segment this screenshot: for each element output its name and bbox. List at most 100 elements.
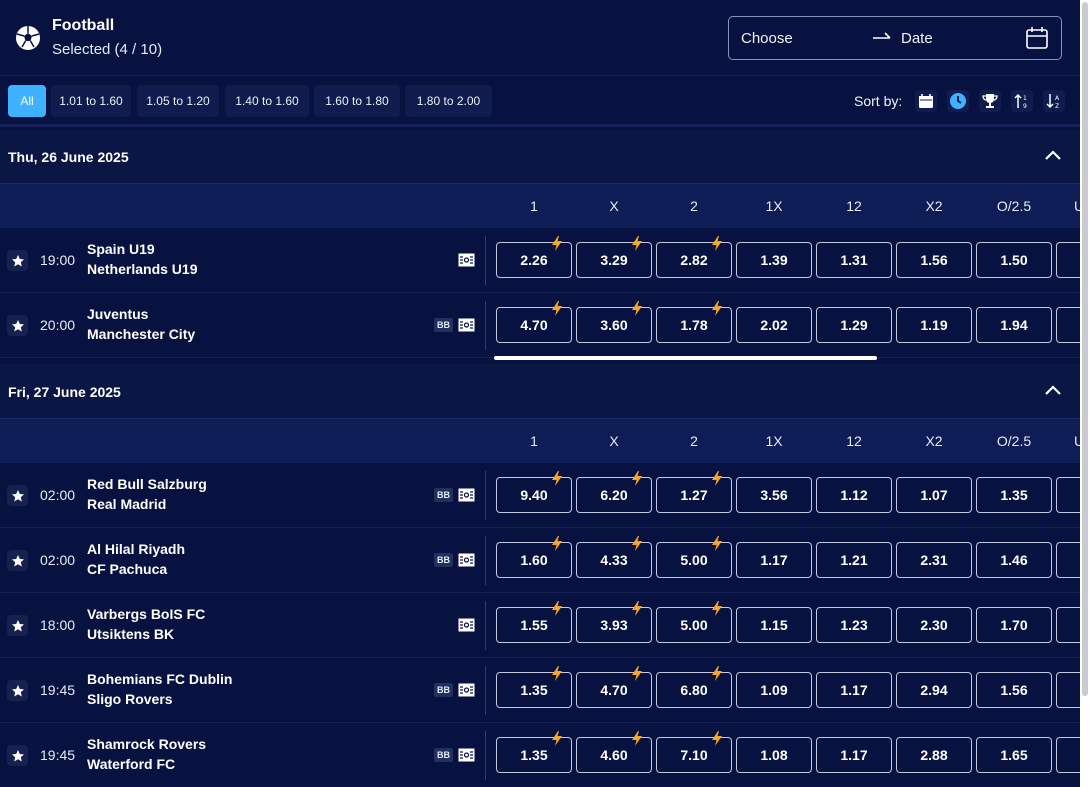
calendar-icon[interactable] xyxy=(1025,26,1049,50)
odds-button[interactable]: 5.00 xyxy=(656,536,732,578)
chevron-up-icon[interactable] xyxy=(1044,149,1062,161)
match-row[interactable]: 19:45 Bohemians FC Dublin Sligo Rovers BB… xyxy=(0,658,1086,723)
match-row[interactable]: 18:00 Varbergs BoIS FC Utsiktens BK 1.55… xyxy=(0,593,1086,658)
odds-button[interactable]: 1.27 xyxy=(656,471,732,513)
odds-button[interactable]: 1.56 xyxy=(896,242,972,278)
odds-button[interactable]: 3.56 xyxy=(736,477,812,513)
stats-icon[interactable] xyxy=(458,488,475,502)
favorite-button[interactable] xyxy=(7,615,28,636)
odds-button[interactable]: 1.46 xyxy=(976,542,1052,578)
home-team[interactable]: Al Hilal Riyadh xyxy=(87,541,185,557)
favorite-button[interactable] xyxy=(7,250,28,271)
home-team[interactable]: Juventus xyxy=(87,306,148,322)
match-row[interactable]: 19:00 Spain U19 Netherlands U19 2.26 3.29… xyxy=(0,228,1086,293)
odds-button[interactable]: 1.07 xyxy=(896,477,972,513)
odds-button[interactable]: 4.33 xyxy=(576,536,652,578)
odds-button[interactable]: 1.60 xyxy=(496,536,572,578)
stats-icon[interactable] xyxy=(458,683,475,697)
odds-button[interactable]: 1.35 xyxy=(976,477,1052,513)
stats-icon[interactable] xyxy=(458,618,475,632)
odds-button[interactable]: 2.31 xyxy=(896,542,972,578)
favorite-button[interactable] xyxy=(7,485,28,506)
odds-button[interactable]: 1.35 xyxy=(496,731,572,773)
horizontal-scrollbar[interactable] xyxy=(494,356,877,360)
home-team[interactable]: Varbergs BoIS FC xyxy=(87,606,205,622)
date-from-field[interactable]: Choose xyxy=(741,30,793,47)
favorite-button[interactable] xyxy=(7,680,28,701)
day-header[interactable]: Thu, 26 June 2025 xyxy=(0,129,1080,184)
filter-all[interactable]: All xyxy=(8,85,46,117)
odds-button[interactable]: 1.21 xyxy=(816,542,892,578)
odds-button[interactable]: 2.26 xyxy=(496,236,572,278)
match-row[interactable]: 20:00 Juventus Manchester City BB 4.70 3.6… xyxy=(0,293,1086,358)
date-range-picker[interactable]: Choose Date xyxy=(728,16,1062,60)
odds-button[interactable]: 9.40 xyxy=(496,471,572,513)
stats-icon[interactable] xyxy=(458,318,475,332)
odds-button[interactable]: 1.19 xyxy=(896,307,972,343)
sort-by-odds-asc-button[interactable]: 1 9 xyxy=(1011,90,1033,112)
odds-button[interactable]: 1.50 xyxy=(976,242,1052,278)
stats-icon[interactable] xyxy=(458,553,475,567)
filter-1-05-1-20[interactable]: 1.05 to 1.20 xyxy=(137,85,219,117)
odds-button[interactable]: 1.17 xyxy=(736,542,812,578)
odds-button[interactable]: 2.02 xyxy=(736,307,812,343)
match-row[interactable]: 19:45 Shamrock Rovers Waterford FC BB 1.3… xyxy=(0,723,1086,787)
stats-icon[interactable] xyxy=(458,253,475,267)
match-row[interactable]: 02:00 Al Hilal Riyadh CF Pachuca BB 1.60 4… xyxy=(0,528,1086,593)
odds-button[interactable]: 1.12 xyxy=(816,477,892,513)
odds-button[interactable]: 7.10 xyxy=(656,731,732,773)
stats-icon[interactable] xyxy=(458,748,475,762)
odds-button[interactable]: 1.15 xyxy=(736,607,812,643)
filter-1-01-1-60[interactable]: 1.01 to 1.60 xyxy=(51,85,131,117)
odds-button[interactable]: 1.35 xyxy=(496,666,572,708)
odds-button[interactable]: 1.70 xyxy=(976,607,1052,643)
date-to-field[interactable]: Date xyxy=(901,30,933,47)
sort-alphabetical-button[interactable]: A Z xyxy=(1043,90,1065,112)
odds-button[interactable]: 1.94 xyxy=(976,307,1052,343)
away-team[interactable]: Real Madrid xyxy=(87,496,166,512)
odds-button[interactable]: 1.29 xyxy=(816,307,892,343)
odds-button[interactable]: 3.60 xyxy=(576,301,652,343)
odds-button[interactable]: 1.31 xyxy=(816,242,892,278)
home-team[interactable]: Red Bull Salzburg xyxy=(87,476,207,492)
away-team[interactable]: Utsiktens BK xyxy=(87,626,174,642)
away-team[interactable]: CF Pachuca xyxy=(87,561,167,577)
odds-button[interactable]: 3.93 xyxy=(576,601,652,643)
day-header[interactable]: Fri, 27 June 2025 xyxy=(0,364,1080,419)
filter-1-60-1-80[interactable]: 1.60 to 1.80 xyxy=(314,85,400,117)
match-row[interactable]: 02:00 Red Bull Salzburg Real Madrid BB 9.… xyxy=(0,463,1086,528)
odds-button[interactable]: 1.17 xyxy=(816,672,892,708)
odds-button[interactable]: 6.80 xyxy=(656,666,732,708)
odds-button[interactable]: 1.55 xyxy=(496,601,572,643)
odds-button[interactable]: 1.65 xyxy=(976,737,1052,773)
odds-button[interactable]: 1.78 xyxy=(656,301,732,343)
filter-1-80-2-00[interactable]: 1.80 to 2.00 xyxy=(405,85,492,117)
away-team[interactable]: Sligo Rovers xyxy=(87,691,173,707)
odds-button[interactable]: 6.20 xyxy=(576,471,652,513)
home-team[interactable]: Spain U19 xyxy=(87,241,155,257)
odds-button[interactable]: 4.60 xyxy=(576,731,652,773)
odds-button[interactable]: 2.30 xyxy=(896,607,972,643)
away-team[interactable]: Manchester City xyxy=(87,326,195,342)
favorite-button[interactable] xyxy=(7,745,28,766)
away-team[interactable]: Netherlands U19 xyxy=(87,261,197,277)
sort-by-date-button[interactable] xyxy=(915,90,937,112)
odds-button[interactable]: 1.17 xyxy=(816,737,892,773)
odds-button[interactable]: 2.88 xyxy=(896,737,972,773)
home-team[interactable]: Bohemians FC Dublin xyxy=(87,671,232,687)
odds-button[interactable]: 3.29 xyxy=(576,236,652,278)
odds-button[interactable]: 1.09 xyxy=(736,672,812,708)
odds-button[interactable]: 2.82 xyxy=(656,236,732,278)
sort-by-league-button[interactable] xyxy=(979,90,1001,112)
odds-button[interactable]: 1.39 xyxy=(736,242,812,278)
odds-button[interactable]: 2.94 xyxy=(896,672,972,708)
filter-1-40-1-60[interactable]: 1.40 to 1.60 xyxy=(225,85,309,117)
vertical-scrollbar-thumb[interactable] xyxy=(1082,2,1088,696)
home-team[interactable]: Shamrock Rovers xyxy=(87,736,206,752)
chevron-up-icon[interactable] xyxy=(1044,384,1062,396)
away-team[interactable]: Waterford FC xyxy=(87,756,175,772)
sort-by-time-button[interactable] xyxy=(947,90,969,112)
favorite-button[interactable] xyxy=(7,550,28,571)
odds-button[interactable]: 4.70 xyxy=(496,301,572,343)
odds-button[interactable]: 1.56 xyxy=(976,672,1052,708)
